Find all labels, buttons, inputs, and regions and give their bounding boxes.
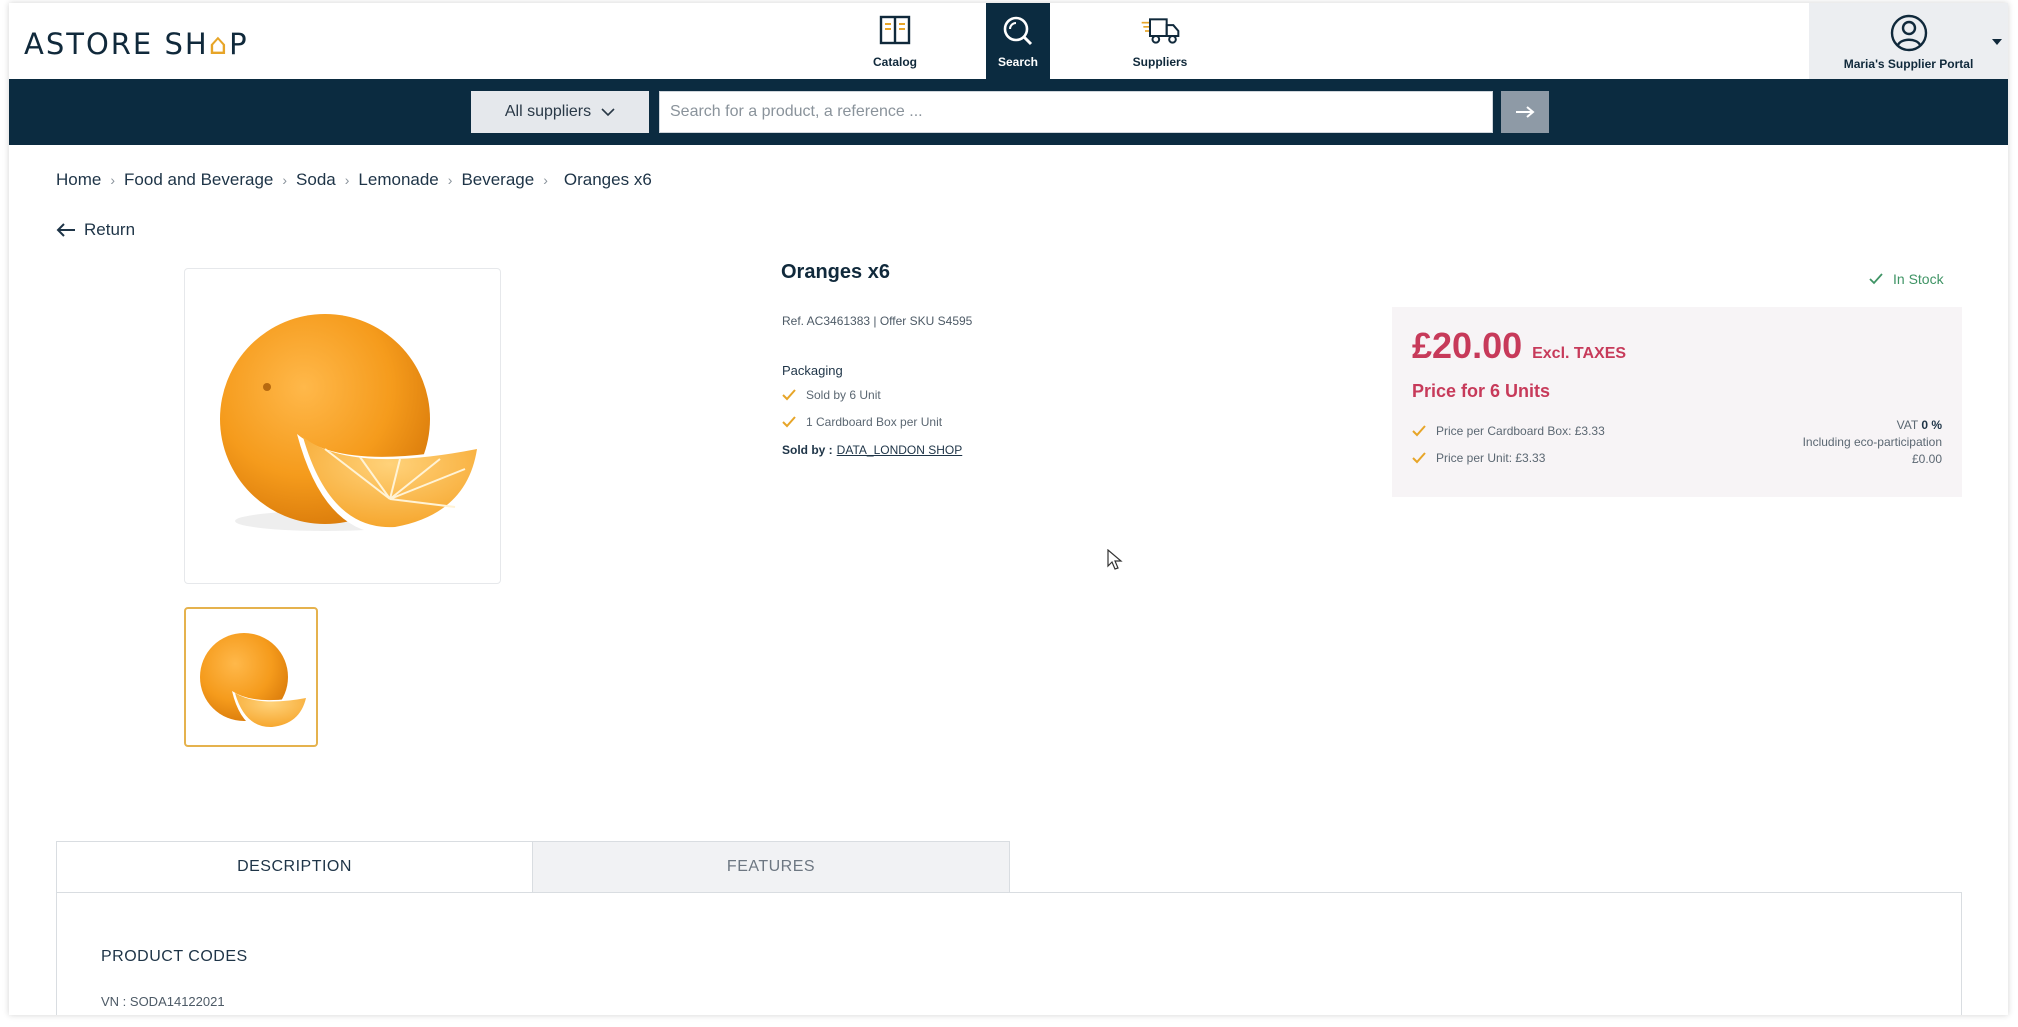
packaging-item-label: 1 Cardboard Box per Unit [806, 414, 943, 429]
stock-status: In Stock [1869, 271, 1944, 287]
check-icon [782, 415, 796, 427]
packaging-item-label: Sold by 6 Unit [806, 387, 881, 402]
breadcrumb-home[interactable]: Home [56, 170, 101, 190]
nav-search-label: Search [997, 55, 1039, 69]
product-title: Oranges x6 [781, 261, 890, 283]
logo-text-end: P [229, 27, 249, 61]
user-circle-icon [1890, 14, 1927, 52]
list-item: Price per Unit: £3.33 [1412, 444, 1605, 471]
nav-suppliers[interactable]: Suppliers [1128, 3, 1192, 79]
supplier-portal-menu[interactable]: Maria's Supplier Portal [1809, 3, 2008, 79]
list-item: 1 Cardboard Box per Unit [782, 408, 942, 435]
tab-description[interactable]: DESCRIPTION [56, 841, 533, 893]
product-tabs: DESCRIPTION FEATURES [56, 841, 1010, 893]
product-reference: Ref. AC3461383 | Offer SKU S4595 [782, 314, 973, 328]
nav-catalog[interactable]: Catalog [863, 3, 927, 79]
search-bar: All suppliers [9, 79, 2008, 145]
orange-thumbnail-image [200, 633, 310, 732]
tab-features[interactable]: FEATURES [533, 841, 1010, 893]
breadcrumb: Home › Food and Beverage › Soda › Lemona… [56, 170, 652, 190]
return-link[interactable]: Return [56, 220, 135, 240]
truck-icon [1141, 18, 1180, 44]
arrow-left-icon [56, 223, 75, 237]
product-codes-title: PRODUCT CODES [101, 948, 248, 965]
chevron-down-icon[interactable] [1992, 39, 2002, 45]
return-label: Return [84, 220, 136, 239]
supplier-filter-label: All suppliers [504, 103, 592, 120]
brand-logo[interactable]: ASTORE SH⌂P [24, 27, 249, 61]
check-icon [1412, 424, 1426, 436]
check-icon [782, 388, 796, 400]
breadcrumb-food-and-beverage[interactable]: Food and Beverage [124, 170, 273, 190]
arrow-right-icon [1516, 106, 1535, 118]
stock-label: In Stock [1893, 271, 1944, 287]
search-submit-button[interactable] [1501, 91, 1549, 133]
breadcrumb-separator: › [110, 172, 116, 188]
top-header: ASTORE SH⌂P Catalog Search Suppliers Mar… [9, 3, 2008, 79]
packaging-title: Packaging [782, 363, 843, 378]
breadcrumb-beverage[interactable]: Beverage [461, 170, 534, 190]
list-item: Price per Cardboard Box: £3.33 [1412, 417, 1605, 444]
chevron-down-icon [601, 108, 615, 117]
sold-by-label: Sold by : [782, 443, 833, 457]
breadcrumb-separator: › [344, 172, 350, 188]
price-units: Price for 6 Units [1412, 381, 1551, 401]
mouse-cursor-icon [1107, 549, 1123, 570]
packaging-list: Sold by 6 Unit 1 Cardboard Box per Unit [782, 381, 942, 435]
price-amount: £20.00 [1412, 325, 1523, 366]
portal-label: Maria's Supplier Portal [1843, 57, 1974, 71]
seller-link[interactable]: DATA_LONDON SHOP [837, 443, 963, 457]
check-icon [1869, 273, 1883, 285]
price-tax-note: Excl. TAXES [1532, 345, 1627, 362]
eco-value: £0.00 [1911, 452, 1942, 466]
list-item: Sold by 6 Unit [782, 381, 942, 408]
product-thumbnail[interactable] [184, 607, 318, 747]
nav-search[interactable]: Search [986, 3, 1050, 79]
breadcrumb-separator: › [447, 172, 453, 188]
breadcrumb-lemonade[interactable]: Lemonade [358, 170, 438, 190]
nav-suppliers-label: Suppliers [1132, 55, 1188, 69]
logo-house-icon: ⌂ [208, 27, 230, 61]
price-detail-label: Price per Unit: £3.33 [1436, 450, 1546, 465]
nav-catalog-label: Catalog [872, 55, 917, 69]
vat-label: VAT [1896, 418, 1918, 432]
breadcrumb-current: Oranges x6 [563, 170, 652, 189]
book-icon [879, 15, 911, 45]
logo-text-start: ASTORE SH [24, 27, 209, 61]
price: £20.00 Excl. TAXES [1412, 325, 1626, 367]
breadcrumb-separator: › [282, 172, 288, 188]
price-panel: £20.00 Excl. TAXES Price for 6 Units Pri… [1392, 307, 1962, 497]
search-icon [1003, 16, 1033, 46]
orange-image [220, 314, 485, 535]
description-panel: PRODUCT CODES VN : SODA14122021 [56, 892, 1962, 1015]
vat-value: 0 % [1921, 418, 1942, 432]
price-details: Price per Cardboard Box: £3.33 Price per… [1412, 417, 1605, 471]
breadcrumb-soda[interactable]: Soda [296, 170, 336, 190]
price-detail-label: Price per Cardboard Box: £3.33 [1436, 423, 1605, 438]
breadcrumb-separator: › [543, 172, 548, 188]
supplier-filter-dropdown[interactable]: All suppliers [471, 91, 649, 133]
product-main-image[interactable] [184, 268, 501, 584]
vat-info: VAT 0 % Including eco-participation £0.0… [1803, 417, 1942, 468]
product-code: VN : SODA14122021 [101, 994, 225, 1009]
search-input[interactable] [659, 91, 1493, 133]
sold-by: Sold by : DATA_LONDON SHOP [782, 443, 962, 457]
app-frame: ASTORE SH⌂P Catalog Search Suppliers Mar… [9, 3, 2008, 1015]
check-icon [1412, 451, 1426, 463]
eco-label: Including eco-participation [1802, 435, 1942, 449]
